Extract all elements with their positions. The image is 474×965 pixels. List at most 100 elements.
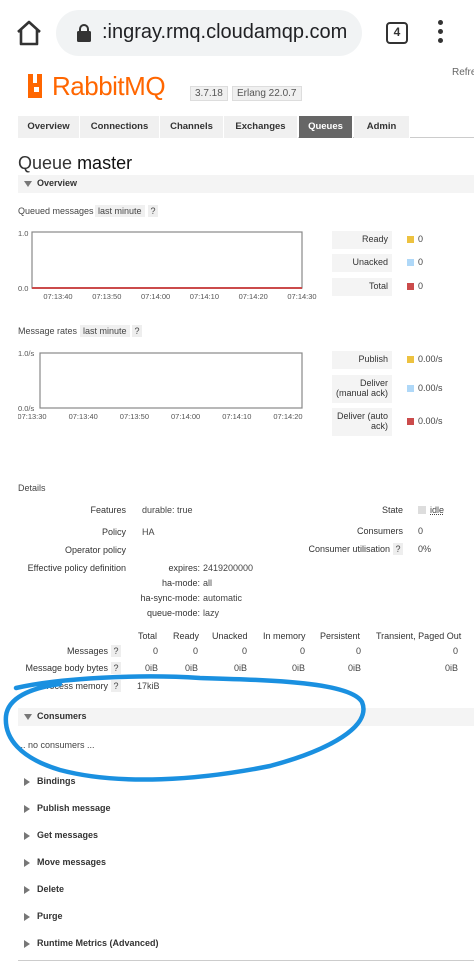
collapsed-triangle-icon [24, 778, 30, 786]
table-cell: 0 [241, 646, 247, 656]
legend-swatch[interactable] [407, 283, 414, 290]
tab-queues[interactable]: Queues [299, 116, 353, 138]
section-label: Move messages [37, 857, 107, 867]
legend-label: Unacked [332, 254, 392, 272]
x-tick-label: 07:13:40 [43, 292, 72, 301]
url-text: :ingray.rmq.cloudamqp.com [102, 21, 348, 43]
overview-section-header[interactable]: Overview [18, 175, 474, 193]
consumers-section-header[interactable]: Consumers [18, 708, 474, 726]
col-header: Unacked [212, 631, 248, 641]
queued-range-select[interactable]: last minute [95, 205, 145, 217]
rates-help-button[interactable]: ? [132, 325, 142, 337]
table-cell: 0iB [291, 663, 305, 673]
expanded-triangle-icon [24, 181, 32, 187]
policy-value: 2419200000 [203, 563, 254, 573]
legend-label: Publish [332, 351, 392, 369]
process-memory-help-button[interactable]: ? [111, 680, 121, 692]
x-tick-label: 07:13:50 [120, 412, 149, 421]
rabbitmq-logo-icon [28, 74, 42, 98]
legend-value: 0 [418, 257, 424, 267]
section-label: Publish message [37, 803, 111, 813]
queued-messages-chart: 1.0 0.0 07:13:40 07:13:50 07:14:00 07:14:10… [18, 229, 317, 301]
legend-label: Deliver (auto ack) [332, 408, 392, 436]
consumer-util-help-button[interactable]: ? [393, 543, 403, 555]
section-label: Purge [37, 911, 63, 921]
col-header: Ready [173, 631, 200, 641]
legend-swatch[interactable] [407, 418, 414, 425]
address-bar[interactable]: :ingray.rmq.cloudamqp.com [56, 10, 362, 56]
details-label: Details [18, 483, 46, 493]
rates-range-select[interactable]: last minute [80, 325, 130, 337]
collapsed-triangle-icon [24, 940, 30, 948]
legend-swatch[interactable] [407, 385, 414, 392]
tab-overview[interactable]: Overview [18, 116, 80, 138]
tab-channels[interactable]: Channels [160, 116, 224, 138]
tab-switcher-button[interactable]: 4 [386, 22, 408, 44]
col-header: In memory [263, 631, 306, 641]
section-label: Delete [37, 884, 65, 894]
table-cell: 0iB [233, 663, 247, 673]
legend-swatch[interactable] [407, 259, 414, 266]
kebab-menu-icon[interactable] [438, 20, 444, 46]
collapsed-triangle-icon [24, 886, 30, 894]
x-tick-label: 07:13:40 [69, 412, 98, 421]
col-header: Transient, Paged Out [376, 631, 462, 641]
section-label: Get messages [37, 830, 99, 840]
legend-value: 0.00/s [418, 383, 443, 393]
table-cell: 0iB [444, 663, 458, 673]
legend-value: 0.00/s [418, 416, 443, 426]
x-tick-label: 07:14:00 [141, 292, 170, 301]
x-tick-label: 07:14:20 [273, 412, 302, 421]
main-tabs: Overview Connections Channels Exchanges … [18, 116, 474, 138]
policy-value[interactable]: HA [142, 527, 155, 537]
x-tick-label: 07:14:00 [171, 412, 200, 421]
consumer-util-value: 0% [418, 544, 432, 554]
policy-label: Policy [101, 527, 126, 537]
collapsed-triangle-icon [24, 832, 30, 840]
policy-key: ha-sync-mode: [140, 593, 200, 603]
x-tick-label: 07:14:10 [222, 412, 251, 421]
messages-help-button[interactable]: ? [111, 645, 121, 657]
row-label-process-memory: Process memory [40, 681, 108, 691]
state-value: idle [430, 505, 445, 515]
effective-policy-label: Effective policy definition [27, 563, 126, 573]
process-memory-value: 17kiB [137, 681, 160, 691]
x-tick-labels: 07:13:40 07:13:50 07:14:00 07:14:10 07:14:20… [43, 292, 316, 301]
no-consumers-text: ... no consumers ... [18, 740, 95, 750]
policy-value: all [203, 578, 213, 588]
x-tick-label: 07:14:20 [239, 292, 268, 301]
queue-name: master [77, 153, 133, 173]
collapsed-triangle-icon [24, 913, 30, 921]
consumers-label: Consumers [37, 711, 87, 721]
legend-swatch[interactable] [407, 236, 414, 243]
consumers-value: 0 [418, 526, 424, 536]
x-tick-labels: 07:13:30 07:13:40 07:13:50 07:14:00 07:14:10… [18, 412, 303, 421]
legend-swatch[interactable] [407, 356, 414, 363]
operator-policy-label: Operator policy [64, 545, 126, 555]
erlang-badge: Erlang 22.0.7 [232, 86, 302, 101]
policy-value: lazy [203, 608, 220, 618]
body-bytes-help-button[interactable]: ? [111, 662, 121, 674]
state-label: State [381, 505, 403, 515]
table-cell: 0iB [144, 663, 158, 673]
refresh-label[interactable]: Refre [452, 67, 474, 78]
page-title: Queue master [18, 153, 132, 174]
chart-plot-area [39, 352, 303, 409]
tab-admin[interactable]: Admin [354, 116, 410, 138]
tab-exchanges[interactable]: Exchanges [224, 116, 298, 138]
divider [18, 960, 474, 961]
table-cell: 0iB [184, 663, 198, 673]
home-icon[interactable] [14, 18, 44, 48]
table-cell: 0 [452, 646, 458, 656]
message-rates-label: Message rates [18, 326, 78, 336]
y-tick-bottom: 0.0 [18, 284, 28, 293]
browser-toolbar: :ingray.rmq.cloudamqp.com 4 [0, 0, 474, 66]
policy-value: automatic [203, 593, 243, 603]
legend-value: 0.00/s [418, 354, 443, 364]
queued-help-button[interactable]: ? [148, 205, 158, 217]
y-tick-top: 1.0/s [18, 349, 35, 358]
tab-connections[interactable]: Connections [80, 116, 160, 138]
policy-key: ha-mode: [161, 578, 200, 588]
table-cell: 0 [355, 646, 361, 656]
collapsed-triangle-icon [24, 805, 30, 813]
